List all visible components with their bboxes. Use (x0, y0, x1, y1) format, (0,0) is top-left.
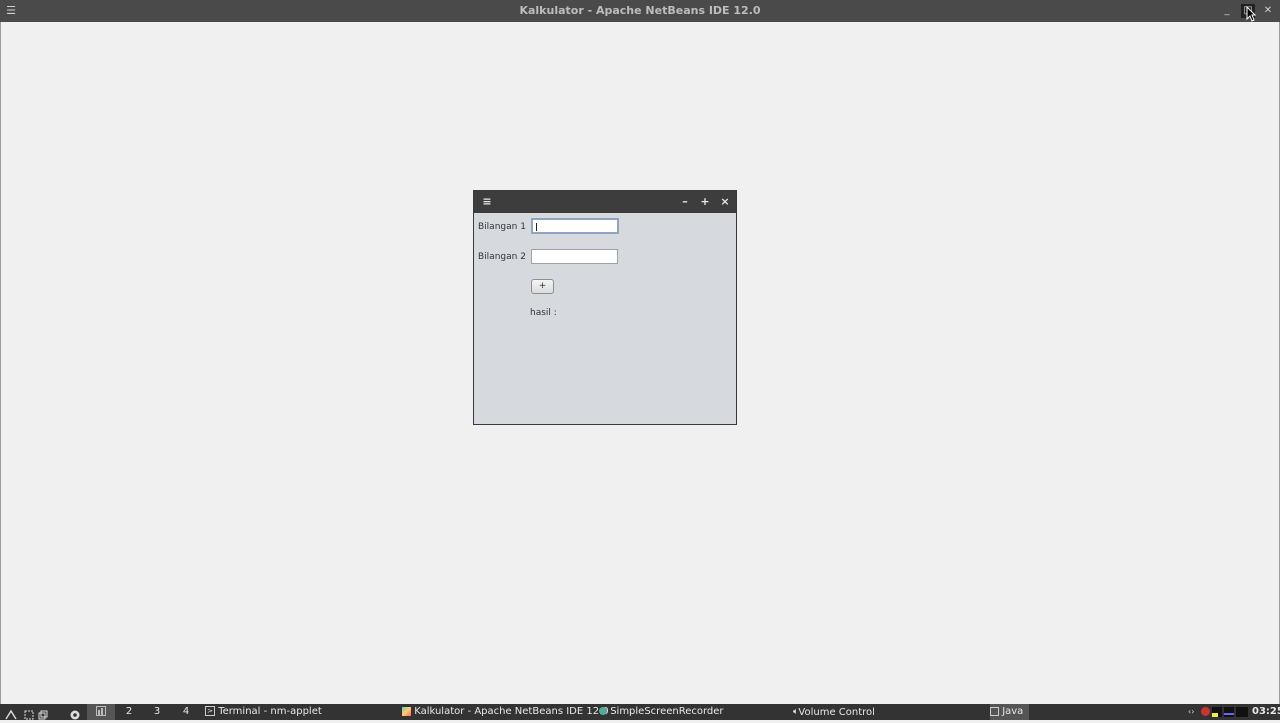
window-border-left (0, 22, 1, 704)
window-list-icon[interactable] (38, 707, 48, 723)
screen-recorder-icon (599, 707, 607, 715)
bilangan-1-field[interactable] (533, 227, 617, 239)
workspace-1[interactable] (87, 704, 115, 720)
java-icon (990, 706, 999, 716)
bilangan-1-input[interactable] (531, 218, 619, 239)
outer-window-title: Kalkulator - Apache NetBeans IDE 12.0 (519, 4, 761, 17)
outer-window-titlebar: ☰ Kalkulator - Apache NetBeans IDE 12.0 … (0, 0, 1280, 22)
bilangan-2-input[interactable] (531, 249, 618, 270)
text-caret (536, 223, 537, 231)
add-button[interactable]: + (531, 279, 554, 294)
netbeans-icon (402, 706, 411, 716)
browser-icon[interactable] (70, 707, 80, 723)
task-label: Volume Control (798, 707, 875, 718)
task-label: SimpleScreenRecorder (610, 706, 724, 717)
task-label: Terminal - nm-applet (218, 706, 322, 717)
calculator-titlebar: ≡ – + × (474, 191, 736, 213)
maximize-button[interactable]: + (697, 195, 713, 209)
network-icon[interactable]: ‹› (1188, 707, 1198, 717)
task-label: Kalkulator - Apache NetBeans IDE 12.0 (414, 706, 609, 717)
close-button[interactable]: × (717, 195, 733, 209)
memory-graph (1224, 707, 1234, 717)
task-volume-control[interactable]: 🔈︎Volume Control (793, 704, 875, 720)
workspace-4[interactable]: 4 (172, 704, 200, 720)
minimize-button[interactable]: – (677, 195, 693, 209)
memory-fill (1224, 713, 1234, 715)
record-icon[interactable] (1201, 707, 1210, 716)
task-screen-recorder[interactable]: SimpleScreenRecorder (599, 704, 724, 720)
workspace-thumbnail-icon (96, 706, 106, 716)
calculator-window: ≡ – + × Bilangan 1 Bilangan 2 + hasil : (473, 190, 737, 425)
bilangan-2-field[interactable] (532, 256, 617, 270)
hamburger-menu-icon[interactable]: ≡ (479, 195, 495, 209)
app-launcher-icon[interactable] (5, 707, 17, 723)
workspace-3[interactable]: 3 (143, 704, 171, 720)
label-bilangan-1: Bilangan 1 (478, 222, 526, 232)
minimize-icon[interactable]: _ (1220, 4, 1234, 18)
system-monitor-icon[interactable] (1212, 707, 1248, 717)
result-label: hasil : (530, 308, 557, 318)
calculator-content: Bilangan 1 Bilangan 2 + hasil : (474, 213, 736, 424)
show-desktop-icon[interactable] (24, 707, 34, 723)
mouse-cursor-icon (1246, 6, 1256, 22)
task-java[interactable]: Java (990, 704, 1030, 720)
network-graph (1236, 707, 1248, 717)
cpu-fill (1212, 713, 1218, 717)
task-label: Java (1002, 706, 1024, 717)
label-bilangan-2: Bilangan 2 (478, 252, 526, 262)
taskbar: 2 3 4 > Terminal - nm-applet Kalkulator … (0, 704, 1280, 720)
close-icon[interactable]: ✕ (1261, 4, 1275, 18)
terminal-icon: > (205, 706, 215, 716)
clock[interactable]: 03:25 (1252, 704, 1280, 720)
workspace-2[interactable]: 2 (115, 704, 143, 720)
task-netbeans[interactable]: Kalkulator - Apache NetBeans IDE 12.0 (402, 704, 609, 720)
task-terminal[interactable]: > Terminal - nm-applet (205, 704, 322, 720)
